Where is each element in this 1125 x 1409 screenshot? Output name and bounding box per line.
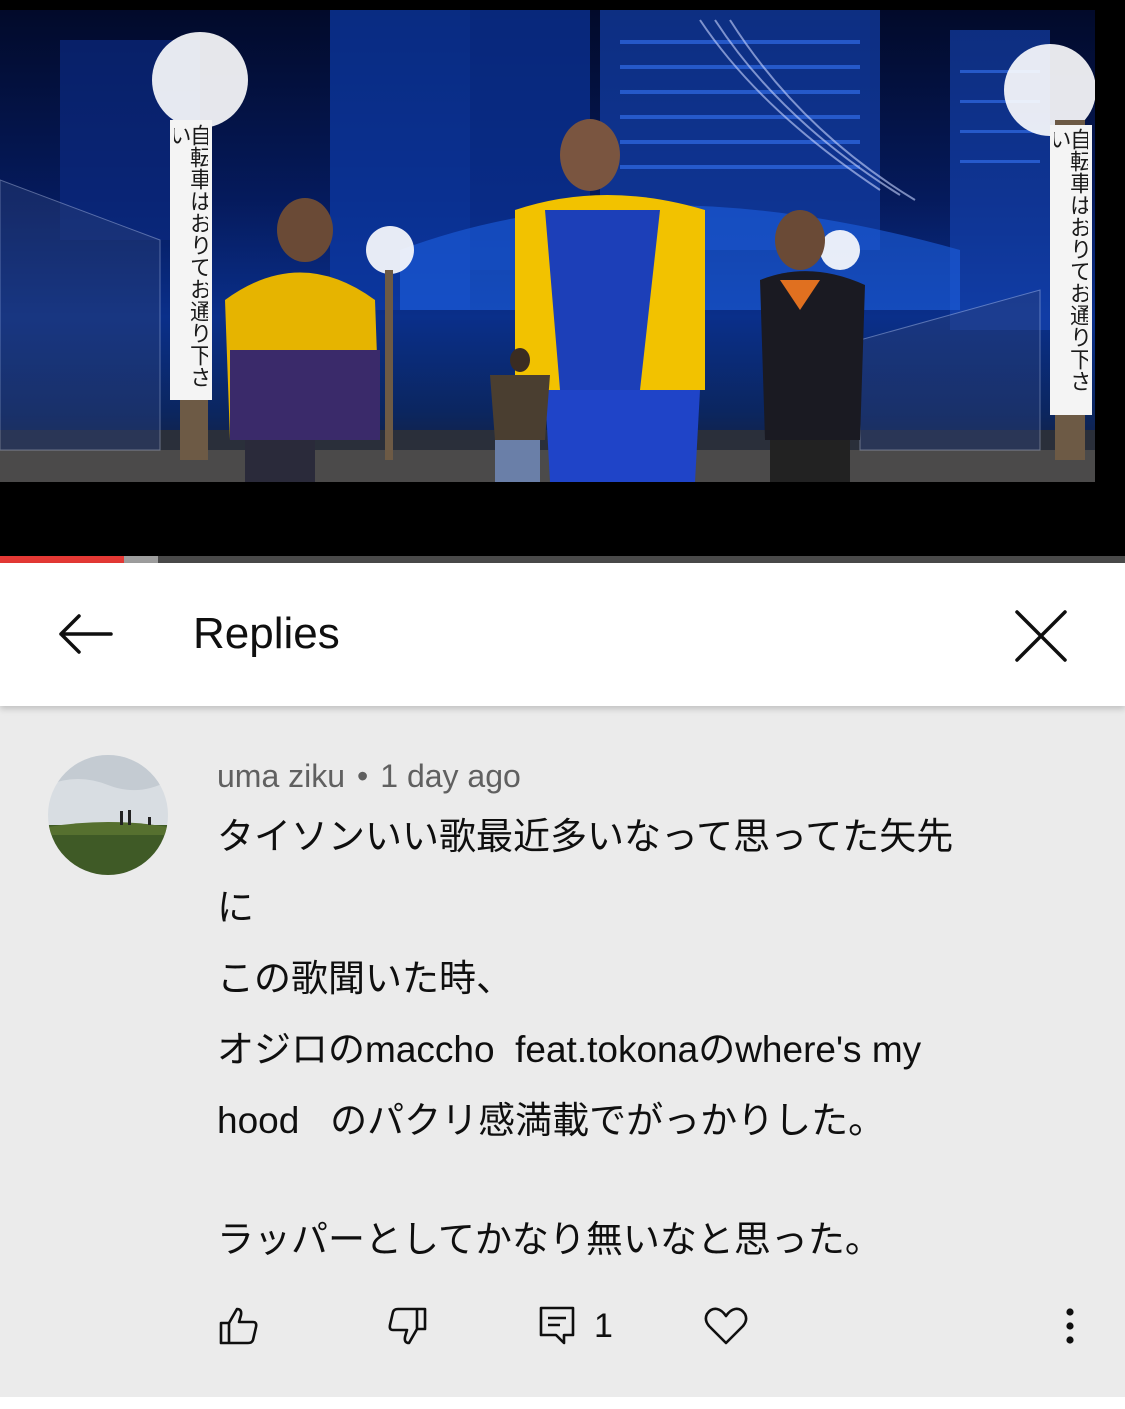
comment-thread: uma ziku • 1 day ago タイソンいい歌最近多いなって思ってた矢先 … [0, 706, 1125, 1397]
dislike-button[interactable] [386, 1296, 428, 1356]
meta-separator: • [357, 758, 369, 794]
progress-played [0, 556, 124, 563]
reply-count: 1 [594, 1306, 613, 1345]
comment-author[interactable]: uma ziku [217, 758, 345, 794]
comment-line: オジロのmaccho feat.tokonaのwhere's my [217, 1029, 922, 1070]
heart-icon [704, 1307, 748, 1345]
comment-time: 1 day ago [380, 758, 521, 794]
comment-line: この歌聞いた時、 [217, 958, 513, 999]
thumbs-down-icon [388, 1307, 427, 1345]
left-sign-text: 自転車はおりてお通り下さい [174, 124, 208, 388]
bottom-strip [0, 1397, 1125, 1409]
reply-button[interactable]: 1 [538, 1296, 613, 1356]
comment-line: ラッパーとしてかなり無いなと思った。 [217, 1219, 882, 1260]
comment-line: hood のパクリ感満載でがっかりした。 [217, 1100, 886, 1141]
close-button[interactable] [1008, 603, 1074, 669]
video-player[interactable]: 自転車はおりてお通り下さい 自転車はおりてお通り下さい [0, 0, 1125, 563]
heart-button[interactable] [704, 1296, 748, 1356]
video-frame[interactable]: 自転車はおりてお通り下さい 自転車はおりてお通り下さい [0, 10, 1095, 482]
arrow-left-icon [59, 614, 113, 654]
video-progress-bar[interactable] [0, 556, 1125, 563]
comment-line: タイソンいい歌最近多いなって思ってた矢先 [217, 816, 954, 857]
more-vertical-icon [1066, 1308, 1074, 1344]
more-options-button[interactable] [1052, 1296, 1088, 1356]
video-thumbnail-scene [0, 10, 1095, 482]
comment-text: タイソンいい歌最近多いなって思ってた矢先 に この歌聞いた時、 オジロのmacc… [217, 801, 1077, 1275]
comment-line: に [217, 887, 254, 928]
comment-meta: uma ziku • 1 day ago [217, 756, 521, 796]
page-title: Replies [193, 609, 340, 658]
avatar-image [48, 755, 168, 875]
avatar[interactable] [48, 755, 168, 875]
comment-icon [539, 1306, 575, 1345]
like-button[interactable] [218, 1296, 260, 1356]
replies-header: Replies [0, 563, 1125, 706]
thumbs-up-icon [219, 1307, 258, 1345]
comment-actions: 1 [0, 1296, 1125, 1356]
back-button[interactable] [50, 603, 120, 665]
close-icon [1015, 610, 1067, 662]
right-sign-text: 自転車はおりてお通り下さい [1054, 128, 1088, 392]
